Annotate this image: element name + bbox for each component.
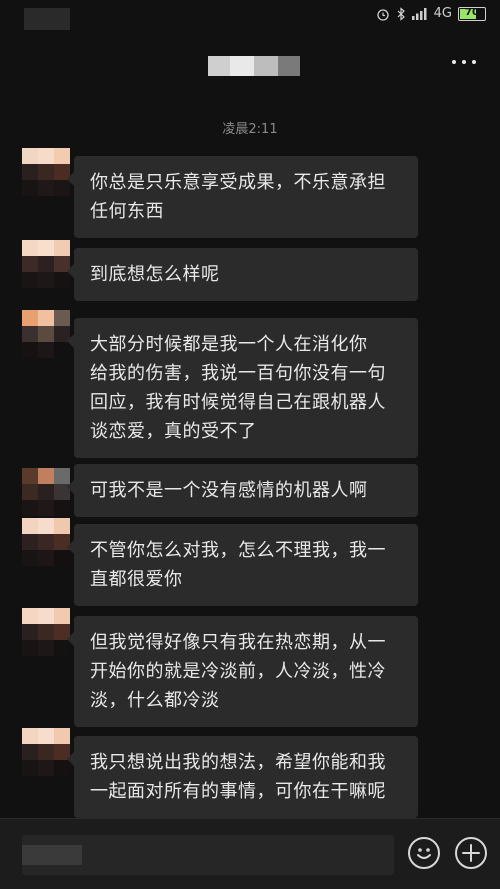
- avatar[interactable]: [22, 728, 70, 776]
- signal-icon: [411, 7, 427, 20]
- message-line: 一起面对所有的事情，可你在干嘛呢: [90, 781, 386, 802]
- more-dots-icon[interactable]: [452, 58, 476, 66]
- status-bar: 4G 70: [0, 0, 500, 32]
- message-bubble[interactable]: 可我不是一个没有感情的机器人啊: [67, 464, 418, 517]
- message-bubble[interactable]: 不管你怎么对我，怎么不理我，我一 直都很爱你: [67, 524, 418, 606]
- avatar[interactable]: [22, 148, 70, 196]
- avatar[interactable]: [22, 468, 70, 516]
- message-line: 直都很爱你: [90, 569, 183, 590]
- message-input[interactable]: [22, 835, 394, 875]
- message-line: 到底想怎么样呢: [90, 264, 220, 285]
- message-line: 不管你怎么对我，怎么不理我，我一: [90, 540, 386, 561]
- emoji-icon[interactable]: [408, 837, 440, 869]
- network-type: 4G: [433, 6, 452, 21]
- message-line: 谈恋爱，真的受不了: [90, 421, 257, 442]
- message-bubble[interactable]: 我只想说出我的想法，希望你能和我 一起面对所有的事情，可你在干嘛呢: [67, 736, 418, 818]
- message-timestamp: 凌晨2:11: [222, 122, 278, 137]
- avatar[interactable]: [22, 518, 70, 566]
- message-line: 开始你的就是冷淡前，人冷淡，性冷: [90, 661, 386, 682]
- battery-percent: 70: [465, 6, 479, 18]
- message-bubble[interactable]: 你总是只乐意享受成果，不乐意承担 任何东西: [67, 156, 418, 238]
- avatar[interactable]: [22, 310, 70, 358]
- carrier-blur: [24, 8, 70, 30]
- bluetooth-icon: [397, 6, 405, 21]
- message-bubble[interactable]: 但我觉得好像只有我在热恋期，从一 开始你的就是冷淡前，人冷淡，性冷 淡，什么都冷…: [67, 616, 418, 727]
- chat-header: [0, 32, 500, 90]
- message-line: 你总是只乐意享受成果，不乐意承担: [90, 172, 386, 193]
- message-line: 我只想说出我的想法，希望你能和我: [90, 752, 386, 773]
- message-line: 淡，什么都冷淡: [90, 690, 220, 711]
- message-line: 给我的伤害，我说一百句你没有一句: [90, 363, 386, 384]
- chat-title-blurred: [208, 56, 300, 76]
- battery-icon: 70: [458, 6, 486, 21]
- avatar[interactable]: [22, 608, 70, 656]
- plus-icon[interactable]: [455, 837, 487, 869]
- avatar[interactable]: [22, 240, 70, 288]
- message-line: 任何东西: [90, 201, 164, 222]
- message-line: 可我不是一个没有感情的机器人啊: [90, 480, 368, 501]
- status-icons: 4G 70: [376, 6, 486, 21]
- message-line: 回应，我有时候觉得自己在跟机器人: [90, 392, 386, 413]
- message-bubble[interactable]: 到底想怎么样呢: [67, 248, 418, 301]
- input-blurred-content: [22, 845, 82, 865]
- input-bar: [0, 818, 500, 889]
- message-line: 但我觉得好像只有我在热恋期，从一: [90, 632, 386, 653]
- message-bubble[interactable]: 大部分时候都是我一个人在消化你 给我的伤害，我说一百句你没有一句 回应，我有时候…: [67, 318, 418, 458]
- alarm-icon: [376, 8, 389, 21]
- message-line: 大部分时候都是我一个人在消化你: [90, 334, 368, 355]
